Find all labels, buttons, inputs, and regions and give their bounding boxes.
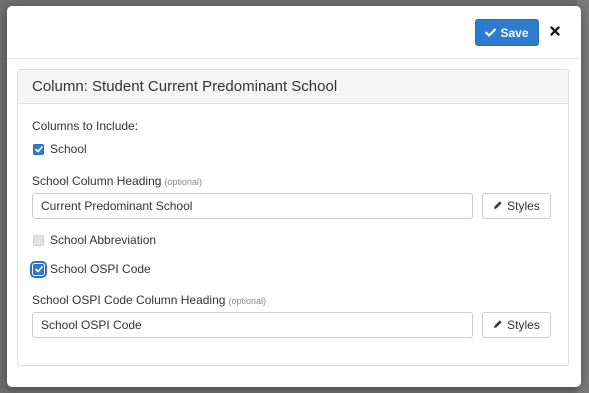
pencil-icon <box>493 318 503 332</box>
school-checkbox-label: School <box>50 142 87 156</box>
ospi-column-heading-label: School OSPI Code Column Heading (optional… <box>32 293 266 307</box>
school-column-heading-label: School Column Heading (optional) <box>32 174 202 188</box>
optional-hint: (optional) <box>228 296 266 306</box>
check-icon <box>485 28 497 37</box>
school-checkbox-row[interactable]: School <box>33 142 87 156</box>
school-abbreviation-checkbox[interactable] <box>33 234 44 246</box>
school-ospi-code-checkbox-row[interactable]: School OSPI Code <box>30 260 151 278</box>
columns-to-include-label: Columns to Include: <box>32 119 139 133</box>
school-column-heading-input[interactable]: Current Predominant School <box>32 193 473 219</box>
ospi-column-heading-text: School OSPI Code Column Heading <box>32 293 226 307</box>
school-abbreviation-checkbox-row[interactable]: School Abbreviation <box>33 233 156 247</box>
pencil-icon <box>493 199 503 213</box>
school-checkbox[interactable] <box>33 143 44 155</box>
modal-header: Save <box>7 6 581 59</box>
close-icon[interactable] <box>548 23 562 39</box>
optional-hint: (optional) <box>164 177 202 187</box>
ospi-styles-button[interactable]: Styles <box>482 312 551 338</box>
school-column-heading-text: School Column Heading <box>32 174 162 188</box>
panel-title: Column: Student Current Predominant Scho… <box>18 70 568 104</box>
ospi-column-heading-input[interactable]: School OSPI Code <box>32 312 473 338</box>
styles-label: Styles <box>507 318 540 332</box>
styles-label: Styles <box>507 199 540 213</box>
school-abbreviation-label: School Abbreviation <box>50 233 157 247</box>
save-label: Save <box>500 25 529 40</box>
school-styles-button[interactable]: Styles <box>482 193 551 219</box>
school-ospi-code-checkbox[interactable] <box>30 260 47 278</box>
column-panel: Column: Student Current Predominant Scho… <box>17 69 569 366</box>
ospi-column-heading-value: School OSPI Code <box>41 318 142 332</box>
column-settings-modal: Save Column: Student Current Predominant… <box>7 6 581 387</box>
school-column-heading-value: Current Predominant School <box>41 199 193 213</box>
save-button[interactable]: Save <box>475 19 539 46</box>
school-ospi-code-label: School OSPI Code <box>50 262 151 276</box>
